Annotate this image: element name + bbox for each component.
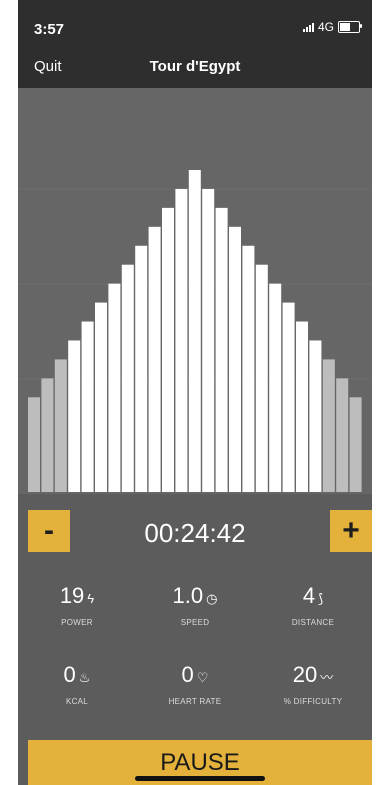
stat-label: % DIFFICULTY: [283, 697, 343, 706]
profile-bar: [188, 170, 201, 492]
page-title: Tour d'Egypt: [149, 58, 241, 75]
stat-label: POWER: [61, 618, 93, 627]
profile-bar: [229, 226, 241, 492]
network-label: 4G: [317, 20, 334, 34]
stat-value: 0: [181, 662, 194, 687]
stat-value: 0: [63, 662, 76, 687]
profile-bar: [68, 340, 81, 492]
profile-chart-svg: [18, 170, 372, 493]
workout-profile-chart: [18, 88, 372, 494]
app-screen: 3:57 4G Quit Tour d'Egypt - 00:24:42 + 1…: [18, 0, 372, 785]
profile-bar: [81, 321, 94, 492]
profile-bar: [202, 188, 215, 493]
stat-difficulty: 20 〰 % DIFFICULTY: [254, 662, 372, 706]
stat-heart-rate: 0 ♡ HEART RATE: [136, 662, 254, 706]
distance-icon: ⟆: [318, 591, 324, 606]
profile-bar: [309, 340, 322, 492]
stat-value: 4: [302, 583, 316, 608]
profile-bar: [41, 378, 54, 492]
status-time: 3:57: [34, 21, 65, 38]
stat-kcal: 0 ♨ KCAL: [18, 662, 136, 706]
stat-label: HEART RATE: [168, 697, 222, 706]
battery-icon: [338, 21, 362, 33]
profile-bar: [121, 264, 134, 492]
profile-bar: [215, 207, 228, 492]
elapsed-time: 00:24:42: [144, 518, 246, 548]
profile-bar: [54, 359, 67, 492]
slope-icon: 〰: [320, 670, 334, 685]
profile-bar: [162, 207, 174, 492]
increase-button[interactable]: +: [330, 510, 372, 552]
stat-label: SPEED: [180, 618, 210, 627]
profile-bar: [349, 397, 362, 492]
profile-bar: [135, 245, 148, 492]
stat-label: KCAL: [65, 697, 89, 706]
status-indicators: 4G: [302, 20, 362, 34]
stat-label: DISTANCE: [291, 618, 335, 627]
profile-bar: [282, 302, 295, 492]
profile-bar: [28, 397, 40, 492]
timer-controls: - 00:24:42 +: [18, 494, 372, 574]
power-icon: ϟ: [87, 591, 95, 606]
stat-value: 19: [59, 583, 85, 608]
profile-bar: [336, 378, 349, 492]
profile-bar: [322, 359, 335, 492]
speed-icon: ◷: [206, 591, 218, 606]
profile-bar: [108, 283, 121, 492]
profile-bar: [255, 264, 268, 492]
profile-bar: [148, 226, 161, 492]
stat-value: 1.0: [172, 583, 204, 608]
profile-bar: [175, 188, 188, 493]
stat-speed: 1.0 ◷ SPEED: [136, 583, 254, 627]
flame-icon: ♨: [78, 670, 91, 685]
stat-value: 20: [292, 662, 318, 687]
home-indicator: [135, 776, 265, 781]
stat-distance: 4 ⟆ DISTANCE: [254, 583, 372, 627]
top-bar: 3:57 4G Quit Tour d'Egypt: [18, 0, 372, 88]
profile-bar: [242, 245, 255, 492]
heart-icon: ♡: [196, 670, 209, 685]
profile-bar: [296, 321, 308, 492]
profile-bar: [269, 283, 282, 492]
stat-power: 19 ϟ POWER: [18, 583, 136, 627]
signal-icon: [302, 22, 314, 32]
profile-bar: [95, 302, 107, 492]
